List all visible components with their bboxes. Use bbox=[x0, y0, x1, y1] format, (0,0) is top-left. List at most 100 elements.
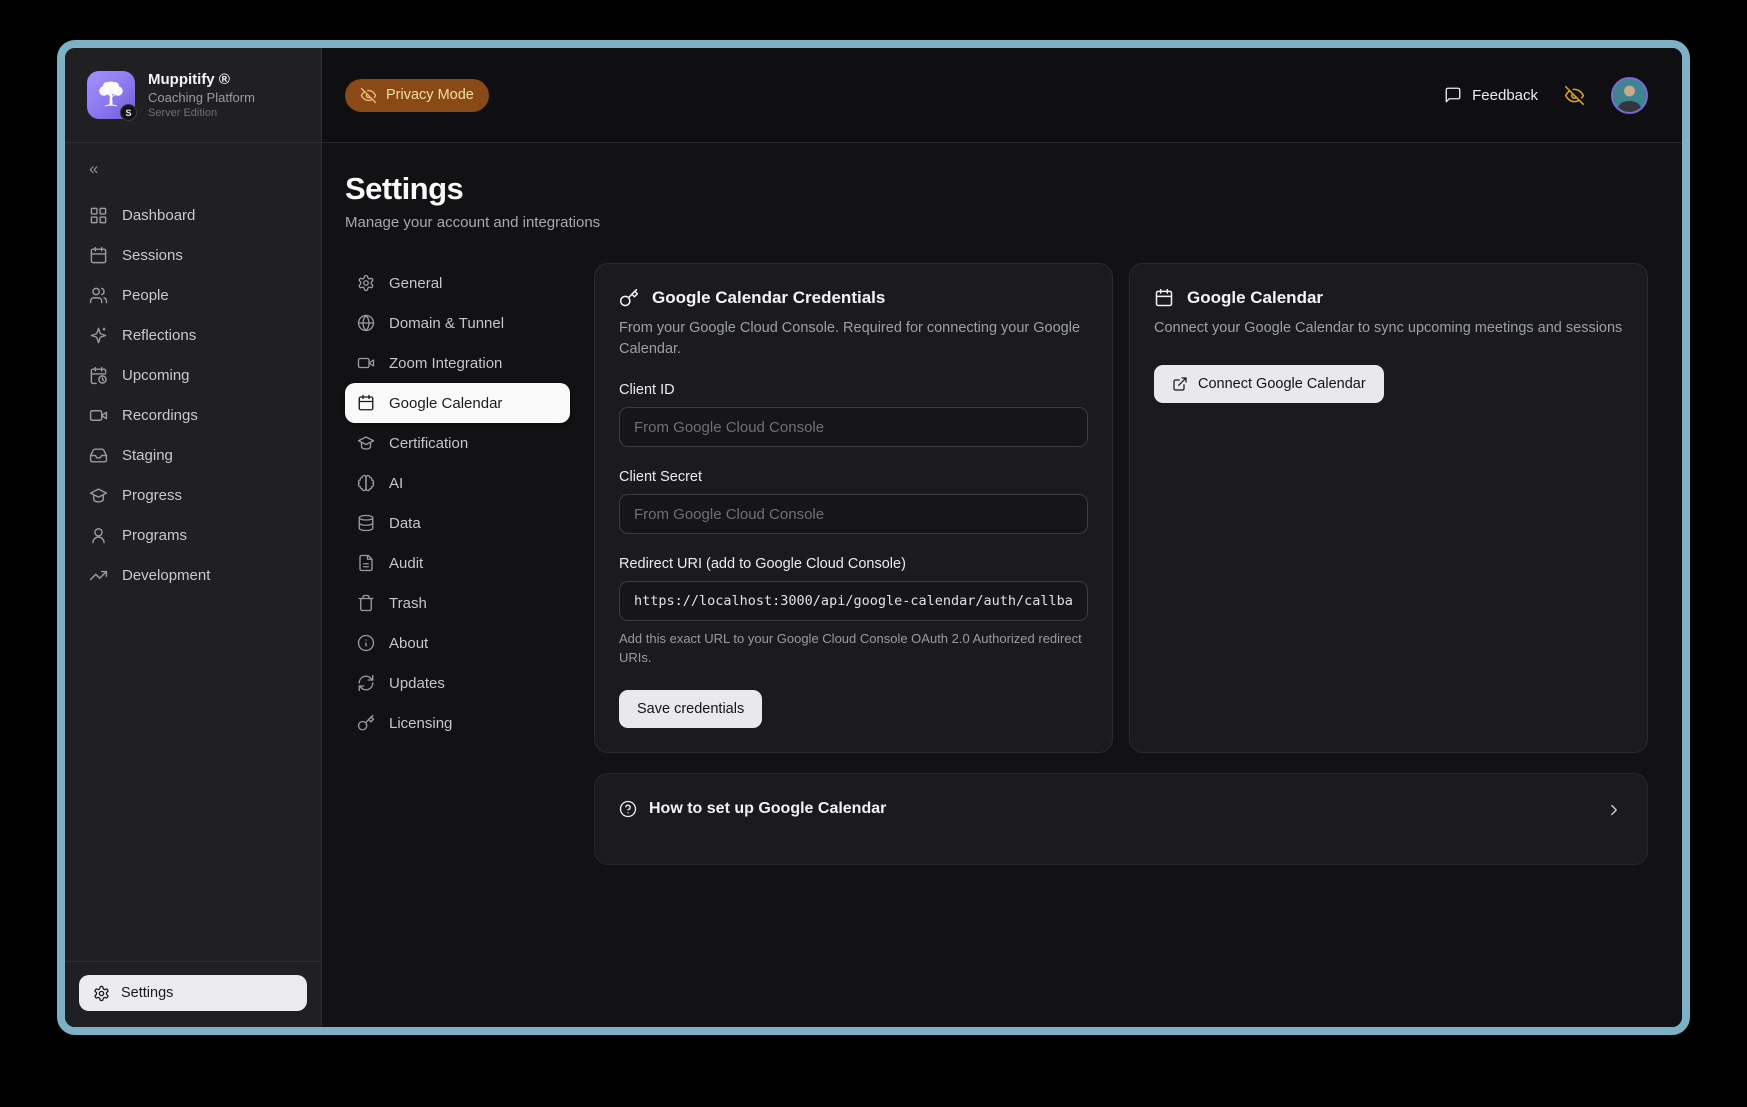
key-icon bbox=[619, 288, 639, 308]
sidebar-item-sessions[interactable]: Sessions bbox=[65, 235, 321, 275]
settings-tab-label: Trash bbox=[389, 595, 427, 612]
sidebar-item-progress[interactable]: Progress bbox=[65, 475, 321, 515]
sidebar-item-reflections[interactable]: Reflections bbox=[65, 315, 321, 355]
settings-tab-domain-tunnel[interactable]: Domain & Tunnel bbox=[345, 303, 570, 343]
sidebar-footer: Settings bbox=[65, 961, 321, 1027]
settings-tab-about[interactable]: About bbox=[345, 623, 570, 663]
video-icon bbox=[89, 406, 108, 425]
gear-icon bbox=[93, 985, 110, 1002]
settings-tab-label: Domain & Tunnel bbox=[389, 315, 504, 332]
sidebar-item-label: Dashboard bbox=[122, 207, 195, 224]
calendar-icon bbox=[1154, 288, 1174, 308]
brand-header: S Muppitify ® Coaching Platform Server E… bbox=[65, 48, 321, 143]
sidebar-item-programs[interactable]: Programs bbox=[65, 515, 321, 555]
video-icon bbox=[357, 354, 375, 372]
settings-tab-licensing[interactable]: Licensing bbox=[345, 703, 570, 743]
page-subtitle: Manage your account and integrations bbox=[345, 214, 1648, 231]
settings-tab-label: Licensing bbox=[389, 715, 452, 732]
key-icon bbox=[357, 714, 375, 732]
redirect-uri-help: Add this exact URL to your Google Cloud … bbox=[619, 630, 1088, 668]
settings-tab-google-calendar[interactable]: Google Calendar bbox=[345, 383, 570, 423]
graduation-cap-icon bbox=[357, 434, 375, 452]
settings-tab-zoom-integration[interactable]: Zoom Integration bbox=[345, 343, 570, 383]
graduation-cap-icon bbox=[89, 486, 108, 505]
inbox-icon bbox=[89, 446, 108, 465]
sidebar-item-label: Staging bbox=[122, 447, 173, 464]
client-secret-input[interactable] bbox=[619, 494, 1088, 534]
external-link-icon bbox=[1172, 376, 1188, 392]
main-area: Privacy Mode Feedback Settings bbox=[322, 48, 1682, 1027]
connect-google-calendar-button[interactable]: Connect Google Calendar bbox=[1154, 365, 1384, 403]
settings-tab-ai[interactable]: AI bbox=[345, 463, 570, 503]
settings-tab-certification[interactable]: Certification bbox=[345, 423, 570, 463]
sidebar-item-label: Programs bbox=[122, 527, 187, 544]
client-id-label: Client ID bbox=[619, 382, 1088, 398]
settings-tab-label: Certification bbox=[389, 435, 468, 452]
settings-tab-label: Google Calendar bbox=[389, 395, 502, 412]
settings-tab-label: Data bbox=[389, 515, 421, 532]
sidebar-item-label: People bbox=[122, 287, 169, 304]
redirect-uri-input[interactable] bbox=[619, 581, 1088, 621]
sidebar-item-people[interactable]: People bbox=[65, 275, 321, 315]
sidebar-item-label: Development bbox=[122, 567, 210, 584]
client-secret-label: Client Secret bbox=[619, 469, 1088, 485]
calendar-icon bbox=[357, 394, 375, 412]
sidebar-item-label: Recordings bbox=[122, 407, 198, 424]
sidebar-item-label: Upcoming bbox=[122, 367, 190, 384]
feedback-button[interactable]: Feedback bbox=[1444, 86, 1538, 104]
sparkles-icon bbox=[89, 326, 108, 345]
settings-tab-data[interactable]: Data bbox=[345, 503, 570, 543]
refresh-icon bbox=[357, 674, 375, 692]
sidebar-item-staging[interactable]: Staging bbox=[65, 435, 321, 475]
topbar: Privacy Mode Feedback bbox=[322, 48, 1682, 143]
sidebar-item-upcoming[interactable]: Upcoming bbox=[65, 355, 321, 395]
google-calendar-card: Google Calendar Connect your Google Cale… bbox=[1129, 263, 1648, 753]
settings-tab-general[interactable]: General bbox=[345, 263, 570, 303]
credentials-card-description: From your Google Cloud Console. Required… bbox=[619, 318, 1088, 360]
client-id-input[interactable] bbox=[619, 407, 1088, 447]
settings-tab-label: AI bbox=[389, 475, 403, 492]
sidebar-item-label: Sessions bbox=[122, 247, 183, 264]
settings-tab-label: About bbox=[389, 635, 428, 652]
sidebar-item-label: Progress bbox=[122, 487, 182, 504]
sidebar-item-recordings[interactable]: Recordings bbox=[65, 395, 321, 435]
brand-text: Muppitify ® Coaching Platform Server Edi… bbox=[148, 71, 255, 119]
user-avatar[interactable] bbox=[1611, 77, 1648, 114]
page-title: Settings bbox=[345, 171, 1648, 207]
sidebar-item-settings[interactable]: Settings bbox=[79, 975, 307, 1011]
brand-name: Muppitify ® bbox=[148, 71, 255, 88]
file-text-icon bbox=[357, 554, 375, 572]
cards-area: Google Calendar Credentials From your Go… bbox=[594, 263, 1648, 865]
howto-google-calendar-row[interactable]: How to set up Google Calendar bbox=[594, 773, 1648, 865]
save-credentials-label: Save credentials bbox=[637, 701, 744, 717]
sidebar-item-label: Reflections bbox=[122, 327, 196, 344]
layout-grid-icon bbox=[89, 206, 108, 225]
trending-up-icon bbox=[89, 566, 108, 585]
settings-tab-audit[interactable]: Audit bbox=[345, 543, 570, 583]
sidebar-item-dashboard[interactable]: Dashboard bbox=[65, 195, 321, 235]
credentials-card-title: Google Calendar Credentials bbox=[652, 288, 885, 308]
settings-nav: General Domain & Tunnel Zoom Integration Go… bbox=[345, 263, 570, 865]
app-window: S Muppitify ® Coaching Platform Server E… bbox=[57, 40, 1690, 1035]
sidebar-collapse-button[interactable]: « bbox=[89, 159, 109, 179]
feedback-label: Feedback bbox=[1472, 87, 1538, 104]
privacy-mode-badge[interactable]: Privacy Mode bbox=[345, 79, 489, 112]
save-credentials-button[interactable]: Save credentials bbox=[619, 690, 762, 728]
calendar-icon bbox=[89, 246, 108, 265]
brand-edition: Server Edition bbox=[148, 107, 255, 119]
sidebar-item-development[interactable]: Development bbox=[65, 555, 321, 595]
privacy-badge-label: Privacy Mode bbox=[386, 87, 474, 103]
settings-page: Settings Manage your account and integra… bbox=[322, 143, 1682, 1027]
settings-button-label: Settings bbox=[121, 985, 173, 1001]
settings-tab-label: General bbox=[389, 275, 442, 292]
calendar-card-title: Google Calendar bbox=[1187, 288, 1323, 308]
settings-tab-trash[interactable]: Trash bbox=[345, 583, 570, 623]
logo-s-badge: S bbox=[120, 104, 137, 121]
privacy-toggle-eye-off-icon[interactable] bbox=[1564, 85, 1585, 106]
settings-tab-updates[interactable]: Updates bbox=[345, 663, 570, 703]
gear-icon bbox=[357, 274, 375, 292]
howto-title: How to set up Google Calendar bbox=[649, 800, 886, 818]
app-logo: S bbox=[87, 71, 135, 119]
brain-icon bbox=[357, 474, 375, 492]
topbar-right: Feedback bbox=[1444, 77, 1648, 114]
